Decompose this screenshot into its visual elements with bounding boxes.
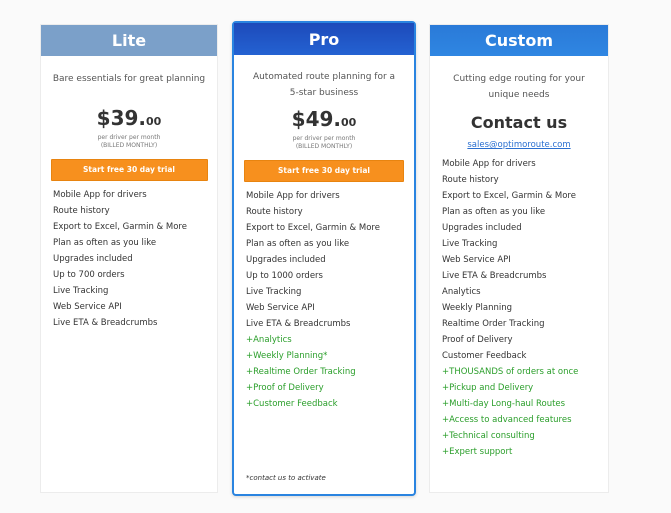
plan-title-custom: Custom [430, 25, 608, 56]
feature-item: Export to Excel, Garmin & More [246, 223, 380, 233]
feature-item: Live ETA & Breadcrumbs [246, 319, 351, 329]
feature-item: Plan as often as you like [442, 207, 546, 217]
feature-item: Live Tracking [246, 287, 302, 297]
feature-item: Plan as often as you like [246, 239, 350, 249]
start-trial-button-pro[interactable]: Start free 30 day trial [244, 160, 404, 182]
plan-card-lite: Lite Bare essentials for great planning … [40, 24, 218, 493]
price-cents: 00 [341, 116, 357, 129]
feature-item: Up to 700 orders [53, 270, 125, 280]
price-unit: per driver per month [292, 135, 356, 142]
feature-item: Live ETA & Breadcrumbs [442, 271, 547, 281]
plan-title-lite: Lite [41, 25, 217, 56]
feature-item: Upgrades included [442, 223, 522, 233]
extra-feature-item: +Access to advanced features [442, 415, 572, 425]
price-main: $49. [291, 107, 342, 131]
feature-item: Customer Feedback [442, 351, 527, 361]
billing-note: (BILLED MONTHLY) [295, 143, 353, 150]
feature-item: Live ETA & Breadcrumbs [53, 318, 158, 328]
feature-item: Mobile App for drivers [442, 159, 536, 169]
feature-item: Up to 1000 orders [246, 271, 323, 281]
tagline-line: Automated route planning for a [252, 72, 396, 82]
plan-price-pro: $49.00 [234, 107, 414, 131]
extra-feature-item: +Expert support [442, 447, 513, 457]
tagline-line: unique needs [488, 90, 550, 100]
price-unit: per driver per month [97, 134, 161, 141]
plan-card-custom: Custom Cutting edge routing for your uni… [429, 24, 609, 493]
plan-tagline-lite: Bare essentials for great planning [52, 74, 206, 84]
feature-item: Mobile App for drivers [246, 191, 340, 201]
plan-price-lite: $39.00 [41, 106, 217, 130]
plan-tagline-custom: Cutting edge routing for your unique nee… [430, 71, 608, 103]
plan-title-pro: Pro [234, 23, 414, 55]
feature-list-pro: Mobile App for drivers Route history Exp… [234, 188, 414, 412]
feature-item: Upgrades included [53, 254, 133, 264]
contact-us-heading: Contact us [470, 113, 568, 132]
extra-feature-item: +Pickup and Delivery [442, 383, 534, 393]
feature-item: Realtime Order Tracking [442, 319, 545, 329]
feature-item: Web Service API [442, 255, 511, 265]
sales-email-link[interactable]: sales@optimoroute.com [430, 140, 608, 150]
feature-item: Upgrades included [246, 255, 326, 265]
feature-item: Web Service API [53, 302, 122, 312]
extra-feature-item: +Proof of Delivery [246, 383, 324, 393]
feature-item: Live Tracking [53, 286, 109, 296]
feature-item: Export to Excel, Garmin & More [442, 191, 576, 201]
feature-item: Export to Excel, Garmin & More [53, 222, 187, 232]
extra-feature-item: +Customer Feedback [246, 399, 338, 409]
feature-item: Weekly Planning [442, 303, 512, 313]
feature-item: Proof of Delivery [442, 335, 513, 345]
billing-note: (BILLED MONTHLY) [100, 142, 158, 149]
feature-item: Web Service API [246, 303, 315, 313]
price-main: $39. [96, 106, 147, 130]
extra-feature-item: +Weekly Planning* [246, 351, 328, 361]
extra-feature-item: +Technical consulting [442, 431, 535, 441]
feature-item: Analytics [442, 287, 481, 297]
extra-feature-item: +Multi-day Long-haul Routes [442, 399, 566, 409]
feature-list-lite: Mobile App for drivers Route history Exp… [41, 187, 217, 331]
tagline-line: 5-star business [289, 88, 359, 98]
extra-feature-item: +Analytics [246, 335, 292, 345]
price-cents: 00 [146, 115, 162, 128]
plan-card-pro: Pro Automated route planning for a 5-sta… [232, 21, 416, 496]
feature-item: Route history [442, 175, 499, 185]
extra-feature-item: +THOUSANDS of orders at once [442, 367, 579, 377]
feature-item: Live Tracking [442, 239, 498, 249]
tagline-line: Cutting edge routing for your [453, 74, 585, 84]
plan-tagline-pro: Automated route planning for a 5-star bu… [234, 69, 414, 101]
feature-item: Route history [246, 207, 303, 217]
extra-feature-item: +Realtime Order Tracking [246, 367, 356, 377]
footnote: *contact us to activate [246, 474, 326, 482]
feature-item: Route history [53, 206, 110, 216]
feature-item: Plan as often as you like [53, 238, 157, 248]
feature-list-custom: Mobile App for drivers Route history Exp… [430, 156, 608, 460]
start-trial-button-lite[interactable]: Start free 30 day trial [50, 159, 208, 181]
feature-item: Mobile App for drivers [53, 190, 147, 200]
